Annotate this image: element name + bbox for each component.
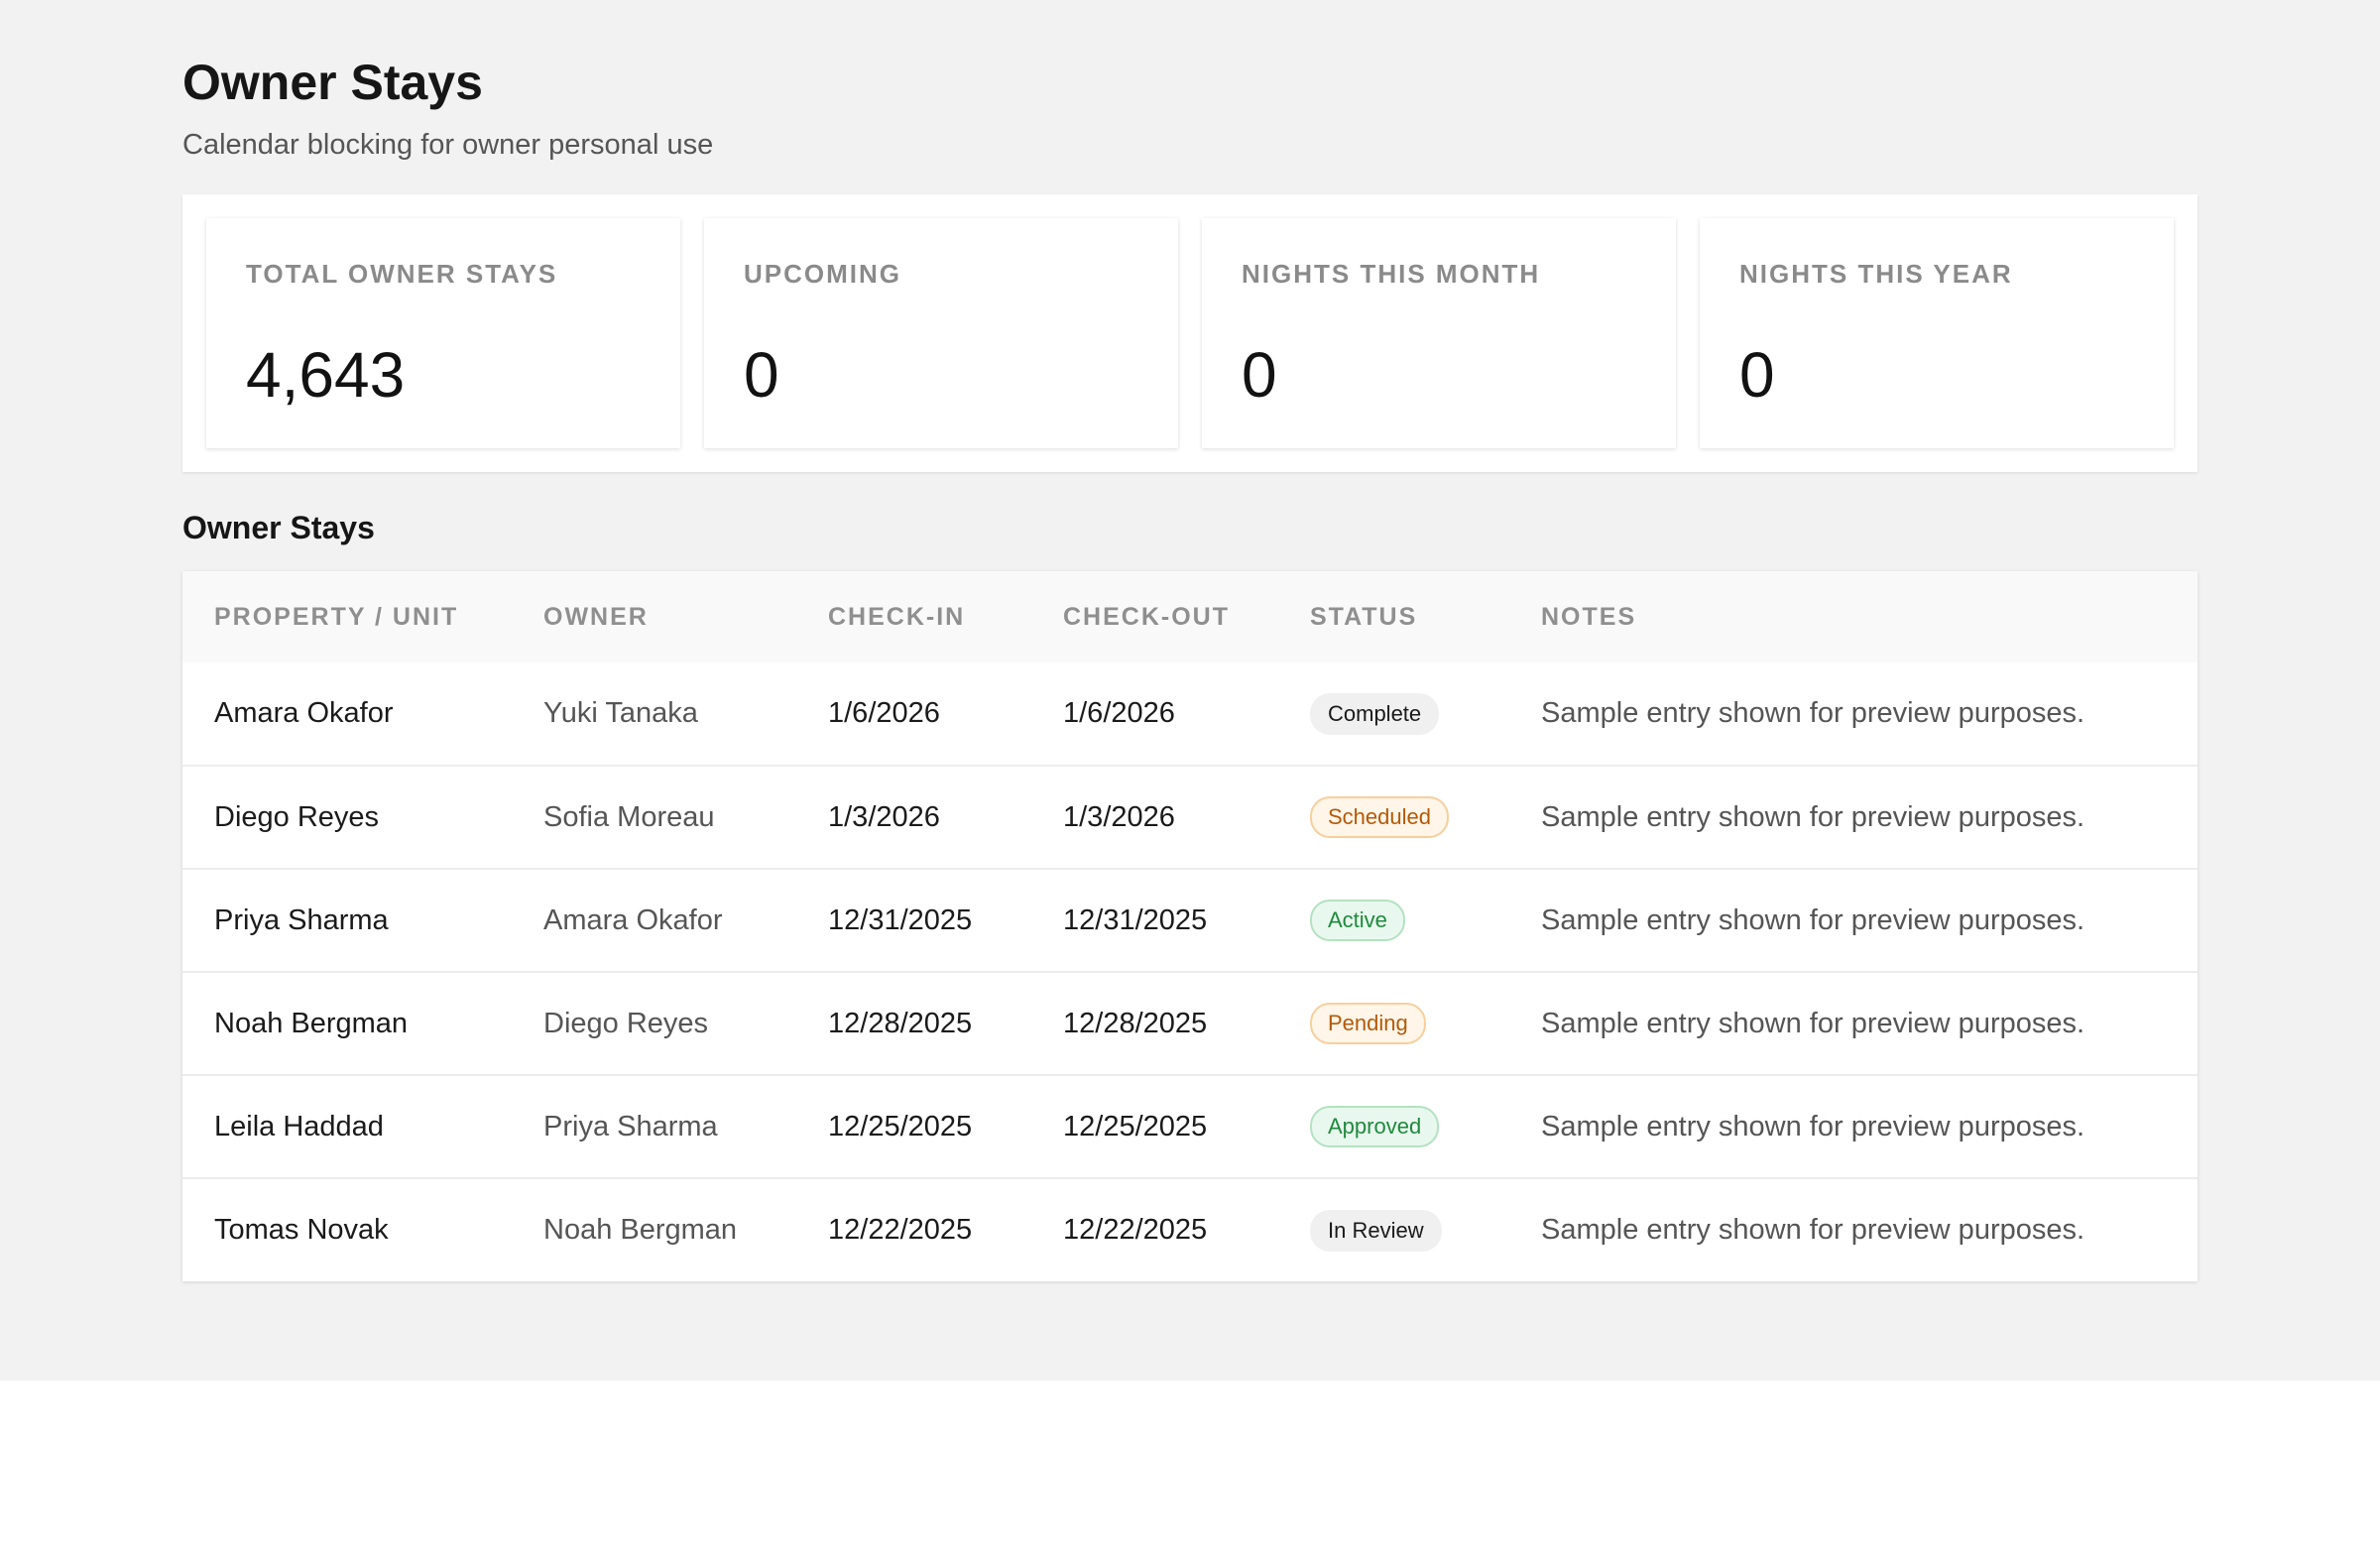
status-badge: Approved [1310,1106,1440,1147]
status-badge: Active [1310,900,1405,941]
kpi-label: TOTAL OWNER STAYS [246,259,558,289]
cell-status: Scheduled [1278,766,1509,869]
cell-owner: Noah Bergman [543,1214,738,1246]
owner-stays-table-panel: PROPERTY / UNIT OWNER CHECK-IN CHECK-OUT… [182,571,2198,1281]
column-header-check-in[interactable]: CHECK-IN [796,571,1031,662]
cell-status: Approved [1278,1075,1509,1178]
kpi-panel: TOTAL OWNER STAYS 4,643 UPCOMING 0 NIGHT… [182,194,2198,472]
cell-property: Amara Okafor [214,697,394,729]
cell-status: Pending [1278,972,1509,1075]
cell-check-in: 12/22/2025 [828,1214,973,1246]
status-badge: In Review [1310,1209,1442,1252]
table-header-row: PROPERTY / UNIT OWNER CHECK-IN CHECK-OUT… [182,571,2198,662]
cell-check-out: 12/31/2025 [1063,903,1208,936]
status-badge: Complete [1310,692,1440,735]
cell-notes: Sample entry shown for preview purposes. [1541,1007,2085,1039]
column-header-property[interactable]: PROPERTY / UNIT [182,571,512,662]
kpi-card-nights-this-year: NIGHTS THIS YEAR 0 [1700,218,2174,448]
cell-owner: Priya Sharma [543,1110,718,1142]
status-badge: Scheduled [1310,796,1449,838]
kpi-value: 0 [1739,339,1775,411]
kpi-value: 0 [744,339,779,411]
column-header-notes[interactable]: NOTES [1509,571,2198,662]
cell-owner: Diego Reyes [543,1007,709,1039]
kpi-value: 4,643 [246,339,406,411]
column-header-status[interactable]: STATUS [1278,571,1509,662]
page-subtitle: Calendar blocking for owner personal use [182,129,714,161]
cell-property: Diego Reyes [214,800,380,833]
app-container: Owner Stays Calendar blocking for owner … [0,0,2380,1381]
cell-notes: Sample entry shown for preview purposes. [1541,697,2085,729]
cell-check-out: 12/28/2025 [1063,1007,1208,1039]
cell-check-in: 12/28/2025 [828,1007,973,1039]
kpi-card-upcoming: UPCOMING 0 [704,218,1178,448]
table-row[interactable]: Leila Haddad Priya Sharma 12/25/2025 12/… [182,1075,2198,1178]
cell-status: In Review [1278,1178,1509,1281]
table-row[interactable]: Diego Reyes Sofia Moreau 1/3/2026 1/3/20… [182,766,2198,869]
cell-property: Noah Bergman [214,1007,409,1039]
kpi-card-nights-this-month: NIGHTS THIS MONTH 0 [1202,218,1676,448]
cell-check-out: 1/3/2026 [1063,800,1175,833]
cell-notes: Sample entry shown for preview purposes. [1541,1214,2085,1246]
owner-stays-table: PROPERTY / UNIT OWNER CHECK-IN CHECK-OUT… [182,571,2198,1281]
table-row[interactable]: Tomas Novak Noah Bergman 12/22/2025 12/2… [182,1178,2198,1281]
cell-notes: Sample entry shown for preview purposes. [1541,903,2085,936]
kpi-card-total-owner-stays: TOTAL OWNER STAYS 4,643 [206,218,680,448]
cell-check-out: 12/22/2025 [1063,1214,1208,1246]
cell-check-in: 1/3/2026 [828,800,940,833]
cell-check-out: 12/25/2025 [1063,1110,1208,1142]
table-row[interactable]: Priya Sharma Amara Okafor 12/31/2025 12/… [182,869,2198,972]
kpi-label: NIGHTS THIS YEAR [1739,259,2013,289]
column-header-check-out[interactable]: CHECK-OUT [1031,571,1278,662]
kpi-value: 0 [1242,339,1277,411]
cell-check-in: 12/25/2025 [828,1110,973,1142]
cell-owner: Amara Okafor [543,903,723,936]
status-badge: Pending [1310,1003,1426,1044]
cell-property: Tomas Novak [214,1214,389,1246]
column-header-owner[interactable]: OWNER [512,571,796,662]
cell-property: Priya Sharma [214,903,389,936]
table-row[interactable]: Amara Okafor Yuki Tanaka 1/6/2026 1/6/20… [182,662,2198,766]
table-row[interactable]: Noah Bergman Diego Reyes 12/28/2025 12/2… [182,972,2198,1075]
kpi-label: UPCOMING [744,259,901,289]
cell-check-in: 12/31/2025 [828,903,973,936]
cell-check-out: 1/6/2026 [1063,697,1175,729]
section-title: Owner Stays [182,510,375,545]
cell-property: Leila Haddad [214,1110,384,1142]
cell-status: Complete [1278,662,1509,766]
cell-notes: Sample entry shown for preview purposes. [1541,1110,2085,1142]
cell-status: Active [1278,869,1509,972]
cell-notes: Sample entry shown for preview purposes. [1541,800,2085,833]
cell-check-in: 1/6/2026 [828,697,940,729]
cell-owner: Yuki Tanaka [543,697,698,729]
cell-owner: Sofia Moreau [543,800,715,833]
page-title: Owner Stays [182,55,483,110]
kpi-label: NIGHTS THIS MONTH [1242,259,1541,289]
